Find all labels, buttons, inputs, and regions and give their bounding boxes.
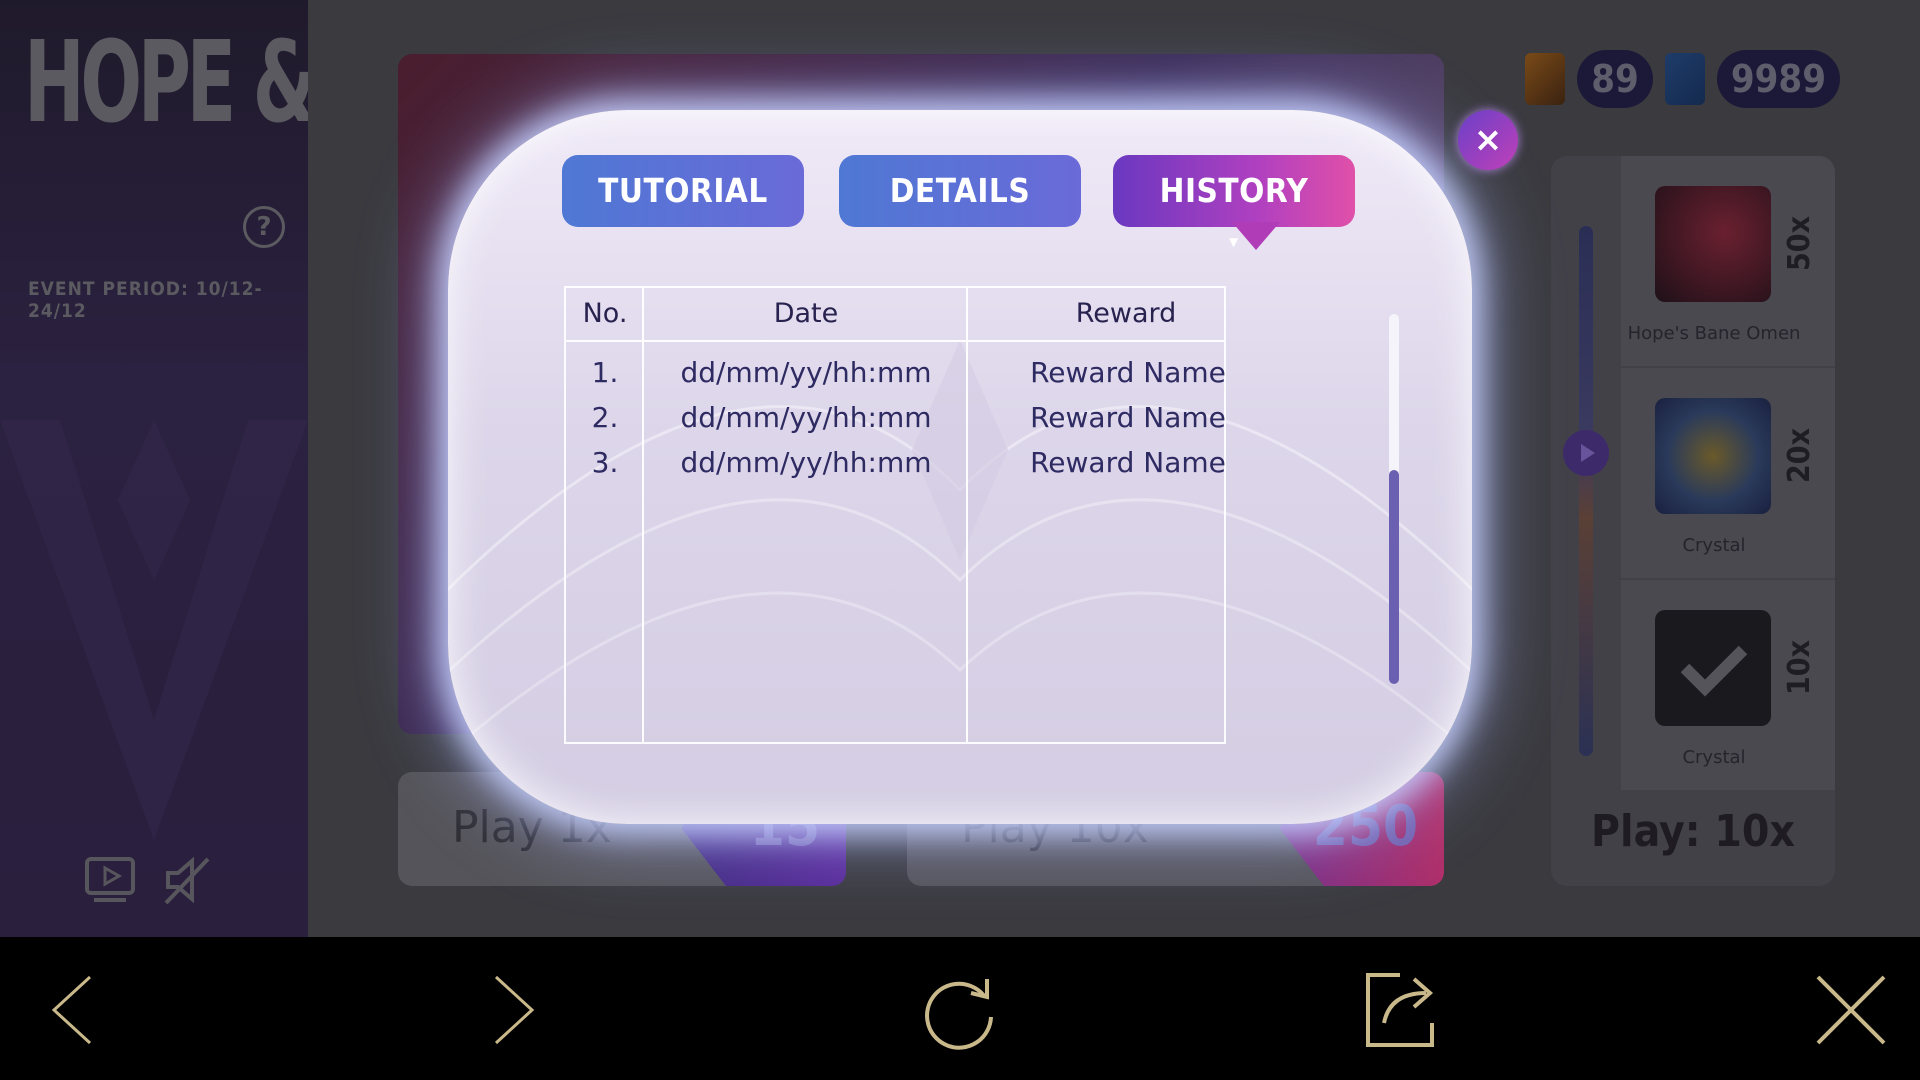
reward-name: Crystal — [1682, 747, 1746, 768]
history-modal: TUTORIAL DETAILS HISTORY ▼ No. Date Rewa… — [448, 110, 1472, 824]
row-date: dd/mm/yy/hh:mm — [680, 356, 932, 389]
ticket-icon — [1525, 53, 1566, 105]
caret-down-icon: ▼ — [1229, 235, 1239, 249]
header-divider — [566, 340, 1224, 342]
event-info-panel: HOPE & DOOM ? EVENT PERIOD: 10/12-24/12 — [0, 0, 308, 937]
scrollbar-thumb[interactable] — [1389, 470, 1399, 684]
reward-name: Hope's Bane Omen — [1627, 323, 1801, 344]
event-period: EVENT PERIOD: 10/12-24/12 — [28, 278, 263, 322]
reward-card-2[interactable]: Crystal 20x — [1621, 368, 1835, 578]
modal-close-button[interactable]: × — [1458, 110, 1518, 170]
crystal-icon — [1655, 398, 1771, 514]
game-stage: HOPE & DOOM ? EVENT PERIOD: 10/12-24/12 … — [0, 0, 1920, 937]
reload-icon[interactable] — [915, 967, 1005, 1053]
forward-arrow-icon[interactable] — [472, 967, 562, 1053]
reward-multiplier: 50x — [1782, 216, 1818, 271]
reward-slider-knob[interactable] — [1563, 430, 1609, 476]
share-icon[interactable] — [1360, 967, 1450, 1053]
reward-slider-track[interactable] — [1579, 226, 1593, 756]
gem-count: 9989 — [1716, 50, 1840, 108]
row-reward: Reward Name — [1030, 356, 1226, 389]
row-reward: Reward Name — [1030, 401, 1226, 434]
check-crystal-icon — [1655, 610, 1771, 726]
help-icon[interactable]: ? — [243, 206, 285, 248]
row-date: dd/mm/yy/hh:mm — [680, 446, 932, 479]
history-table: No. Date Reward 1. dd/mm/yy/hh:mm Reward… — [564, 286, 1226, 744]
row-reward: Reward Name — [1030, 446, 1226, 479]
header-reward: Reward — [1075, 298, 1177, 329]
currency-bar: 89 9989 — [1525, 50, 1840, 108]
hopes-bane-omen-icon — [1655, 186, 1771, 302]
tab-tutorial[interactable]: TUTORIAL — [562, 155, 804, 227]
header-date: Date — [773, 298, 839, 329]
row-no: 2. — [591, 401, 619, 434]
row-date: dd/mm/yy/hh:mm — [680, 401, 932, 434]
reward-multiplier: 10x — [1782, 640, 1818, 695]
reward-name: Crystal — [1682, 535, 1746, 556]
ticket-count: 89 — [1577, 50, 1653, 108]
header-no: No. — [582, 298, 628, 329]
row-no: 1. — [591, 356, 619, 389]
back-arrow-icon[interactable] — [38, 967, 128, 1053]
reward-card-1[interactable]: Hope's Bane Omen 50x — [1621, 156, 1835, 366]
reward-multiplier: 20x — [1782, 428, 1818, 483]
tab-history[interactable]: HISTORY — [1113, 155, 1355, 227]
chevron-decoration — [0, 420, 308, 840]
event-title: HOPE & DOOM — [24, 18, 308, 148]
play-count: Play: 10x — [1591, 806, 1795, 857]
browser-toolbar — [0, 937, 1920, 1080]
mute-sound-icon[interactable] — [162, 855, 214, 905]
reward-panel: Hope's Bane Omen 50x Crystal 20x Crystal… — [1551, 156, 1835, 886]
active-tab-pointer — [1232, 222, 1280, 250]
crystal-gem-icon — [1664, 53, 1705, 105]
row-no: 3. — [591, 446, 619, 479]
reward-card-3[interactable]: Crystal 10x — [1621, 580, 1835, 790]
close-icon[interactable] — [1808, 967, 1898, 1053]
video-icon[interactable] — [84, 855, 136, 905]
tab-details[interactable]: DETAILS — [839, 155, 1081, 227]
reward-list: Hope's Bane Omen 50x Crystal 20x Crystal… — [1621, 156, 1835, 792]
